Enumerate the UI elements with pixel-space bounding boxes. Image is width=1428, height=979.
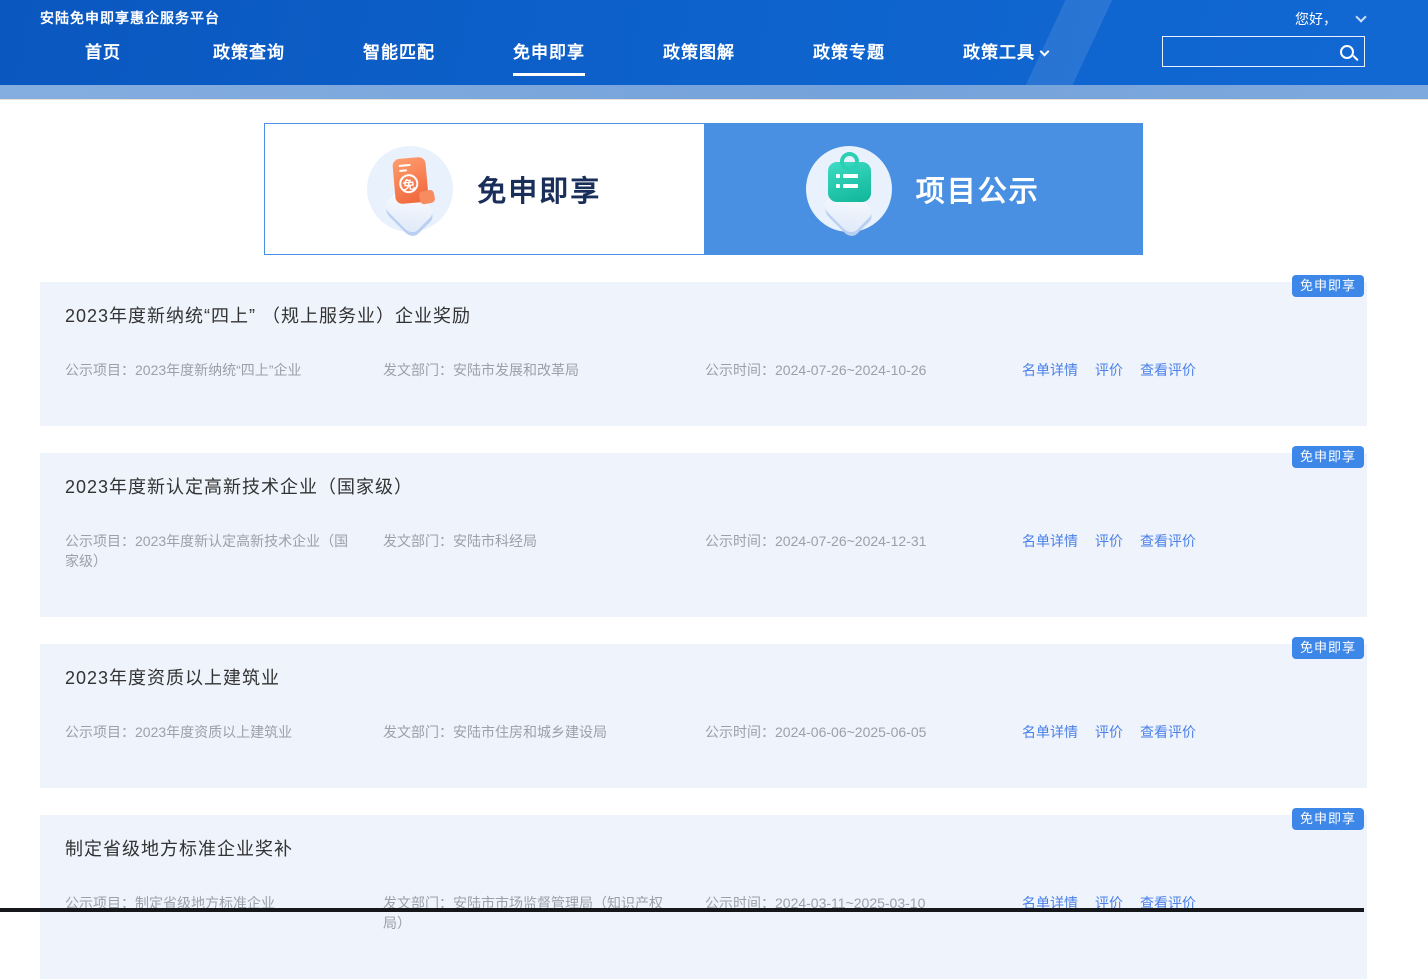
- policy-title[interactable]: 制定省级地方标准企业奖补: [65, 835, 1342, 861]
- time-field-value: 2024-07-26~2024-12-31: [775, 533, 926, 549]
- time-field-label: 公示时间：: [705, 724, 775, 740]
- nav-item-smart-match[interactable]: 智能匹配: [363, 38, 435, 76]
- site-header: 安陆免申即享惠企服务平台 您好， 首页 政策查询 智能匹配 免申即享 政策图解 政策专题 政…: [0, 0, 1428, 85]
- mianshen-badge: 免申即享: [1292, 275, 1364, 297]
- card-actions: 名单详情评价查看评价: [1022, 722, 1196, 742]
- policy-meta: 公示项目：制定省级地方标准企业发文部门：安陆市市场监督管理局（知识产权局）公示时…: [65, 893, 1342, 933]
- policy-card: 免申即享制定省级地方标准企业奖补公示项目：制定省级地方标准企业发文部门：安陆市市…: [40, 815, 1367, 979]
- nav-item-policy-graphic[interactable]: 政策图解: [663, 38, 735, 76]
- policy-card: 免申即享2023年度资质以上建筑业公示项目：2023年度资质以上建筑业发文部门：…: [40, 644, 1367, 788]
- policy-meta: 公示项目：2023年度新认定高新技术企业（国家级）发文部门：安陆市科经局公示时间…: [65, 531, 1342, 571]
- project-field: 公示项目：2023年度新认定高新技术企业（国家级）: [65, 531, 383, 571]
- department-field-label: 发文部门：: [383, 724, 453, 740]
- mianshen-badge: 免申即享: [1292, 808, 1364, 830]
- time-field-label: 公示时间：: [705, 533, 775, 549]
- department-field: 发文部门：安陆市科经局: [383, 531, 705, 551]
- search-input[interactable]: [1163, 44, 1340, 60]
- view-tabs: 免 免申即享 项目公示: [264, 123, 1143, 255]
- link-view-evaluations[interactable]: 查看评价: [1140, 531, 1196, 551]
- main-nav: 首页 政策查询 智能匹配 免申即享 政策图解 政策专题 政策工具: [85, 38, 1126, 76]
- project-field-label: 公示项目：: [65, 724, 135, 740]
- search-icon[interactable]: [1340, 45, 1354, 59]
- department-field: 发文部门：安陆市发展和改革局: [383, 360, 705, 380]
- department-field: 发文部门：安陆市市场监督管理局（知识产权局）: [383, 893, 705, 933]
- nav-item-label: 免申即享: [513, 43, 585, 62]
- policy-title[interactable]: 2023年度新纳统“四上” （规上服务业）企业奖励: [65, 302, 1342, 328]
- nav-item-home[interactable]: 首页: [85, 38, 121, 76]
- search-box[interactable]: [1162, 36, 1365, 67]
- link-evaluate[interactable]: 评价: [1095, 722, 1123, 742]
- policy-meta: 公示项目：2023年度新纳统“四上”企业发文部门：安陆市发展和改革局公示时间：2…: [65, 360, 1342, 380]
- nav-item-policy-tools[interactable]: 政策工具: [963, 38, 1048, 76]
- link-evaluate[interactable]: 评价: [1095, 360, 1123, 380]
- tab-project-publicity[interactable]: 项目公示: [704, 124, 1143, 254]
- banner-strip: [0, 85, 1428, 100]
- link-list-detail[interactable]: 名单详情: [1022, 722, 1078, 742]
- greeting-text: 您好，: [1295, 9, 1337, 29]
- project-field-label: 公示项目：: [65, 533, 135, 549]
- nav-item-label: 政策专题: [813, 43, 885, 62]
- policy-title[interactable]: 2023年度资质以上建筑业: [65, 664, 1342, 690]
- nav-item-label: 政策查询: [213, 43, 285, 62]
- link-list-detail[interactable]: 名单详情: [1022, 360, 1078, 380]
- project-field-value: 2023年度新纳统“四上”企业: [135, 362, 301, 378]
- project-field-label: 公示项目：: [65, 362, 135, 378]
- link-view-evaluations[interactable]: 查看评价: [1140, 722, 1196, 742]
- site-title: 安陆免申即享惠企服务平台: [40, 8, 220, 28]
- department-field-value: 安陆市发展和改革局: [453, 362, 579, 378]
- time-field-value: 2024-07-26~2024-10-26: [775, 362, 926, 378]
- project-field: 公示项目：2023年度新纳统“四上”企业: [65, 360, 383, 380]
- time-field-value: 2024-06-06~2025-06-05: [775, 724, 926, 740]
- tab-label: 免申即享: [477, 168, 601, 210]
- tab-mianshen-jixiang[interactable]: 免 免申即享: [265, 124, 704, 254]
- policy-meta: 公示项目：2023年度资质以上建筑业发文部门：安陆市住房和城乡建设局公示时间：2…: [65, 722, 1342, 742]
- tab-label: 项目公示: [916, 168, 1040, 210]
- user-greeting[interactable]: 您好，: [1295, 9, 1365, 29]
- link-view-evaluations[interactable]: 查看评价: [1140, 360, 1196, 380]
- card-actions: 名单详情评价查看评价: [1022, 360, 1196, 380]
- link-evaluate[interactable]: 评价: [1095, 531, 1123, 551]
- department-field-label: 发文部门：: [383, 362, 453, 378]
- nav-item-policy-search[interactable]: 政策查询: [213, 38, 285, 76]
- mian-character: 免: [399, 173, 420, 194]
- project-field-value: 2023年度资质以上建筑业: [135, 724, 292, 740]
- nav-item-policy-topics[interactable]: 政策专题: [813, 38, 885, 76]
- footer-top-edge: [0, 908, 1364, 912]
- time-field-label: 公示时间：: [705, 362, 775, 378]
- card-actions: 名单详情评价查看评价: [1022, 531, 1196, 551]
- mianshen-badge: 免申即享: [1292, 637, 1364, 659]
- department-field-value: 安陆市科经局: [453, 533, 537, 549]
- project-list-icon: [806, 146, 892, 232]
- mianshen-document-icon: 免: [367, 146, 453, 232]
- project-field: 公示项目：2023年度资质以上建筑业: [65, 722, 383, 742]
- nav-item-label: 政策图解: [663, 43, 735, 62]
- department-field-label: 发文部门：: [383, 533, 453, 549]
- department-field: 发文部门：安陆市住房和城乡建设局: [383, 722, 705, 742]
- time-field: 公示时间：2024-07-26~2024-12-31: [705, 531, 1022, 551]
- nav-item-label: 政策工具: [963, 43, 1035, 62]
- nav-item-mianshen-jixiang[interactable]: 免申即享: [513, 38, 585, 76]
- time-field: 公示时间：2024-07-26~2024-10-26: [705, 360, 1022, 380]
- chevron-down-icon[interactable]: [1355, 11, 1366, 22]
- publicity-list: 免申即享2023年度新纳统“四上” （规上服务业）企业奖励公示项目：2023年度…: [40, 282, 1367, 979]
- nav-item-label: 首页: [85, 43, 121, 62]
- policy-title[interactable]: 2023年度新认定高新技术企业（国家级）: [65, 473, 1342, 499]
- department-field-value: 安陆市住房和城乡建设局: [453, 724, 607, 740]
- nav-item-label: 智能匹配: [363, 43, 435, 62]
- time-field: 公示时间：2024-06-06~2025-06-05: [705, 722, 1022, 742]
- link-list-detail[interactable]: 名单详情: [1022, 531, 1078, 551]
- mianshen-badge: 免申即享: [1292, 446, 1364, 468]
- policy-card: 免申即享2023年度新纳统“四上” （规上服务业）企业奖励公示项目：2023年度…: [40, 282, 1367, 426]
- chevron-down-icon: [1040, 47, 1050, 57]
- policy-card: 免申即享2023年度新认定高新技术企业（国家级）公示项目：2023年度新认定高新…: [40, 453, 1367, 617]
